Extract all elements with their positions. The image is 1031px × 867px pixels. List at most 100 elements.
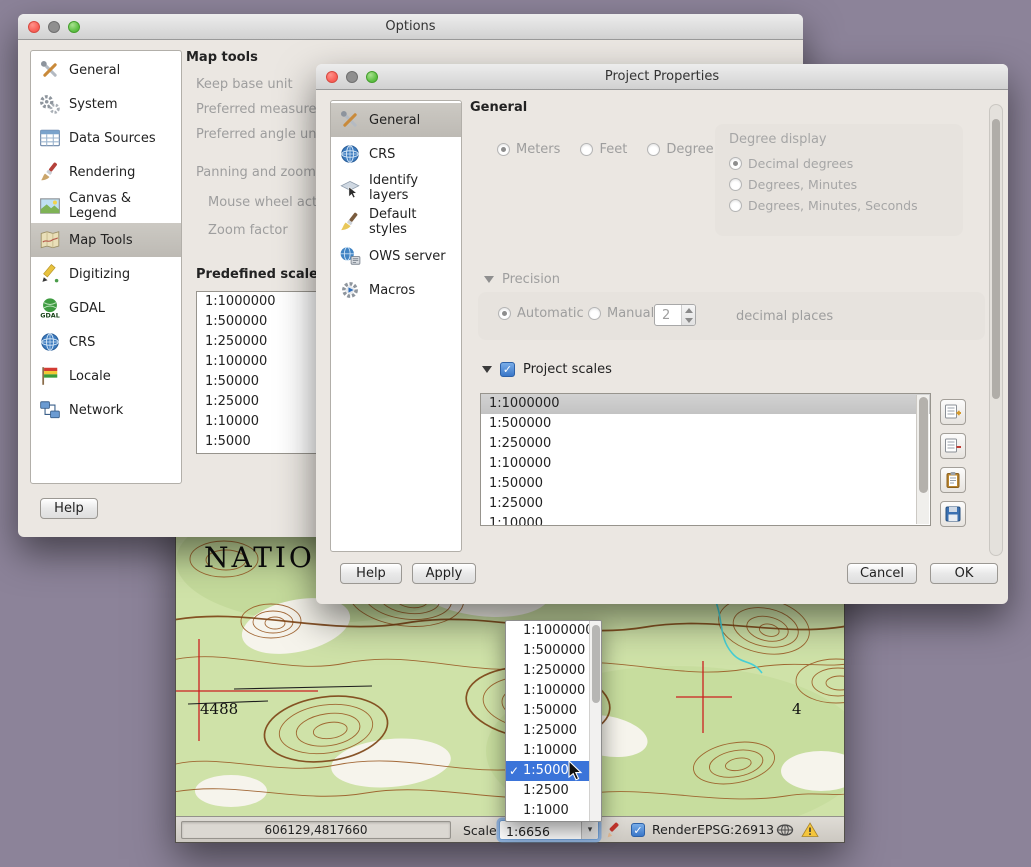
remove-scale-button[interactable] (940, 433, 966, 459)
sidebar-item-map-tools[interactable]: Map Tools (31, 223, 181, 257)
radio-feet[interactable]: Feet (580, 142, 627, 157)
help-button[interactable]: Help (340, 563, 402, 584)
panning-zooming-header: Panning and zoomi (196, 165, 320, 180)
project-properties-titlebar[interactable]: Project Properties (316, 64, 1008, 90)
sidebar-item-crs[interactable]: CRS (31, 325, 181, 359)
radio-degrees-minutes-seconds[interactable]: Degrees, Minutes, Seconds (729, 198, 918, 213)
precision-section-header[interactable]: Precision (484, 272, 560, 287)
sidebar-item-macros[interactable]: Macros (331, 273, 461, 307)
sidebar-item-identify-layers[interactable]: Identify layers (331, 171, 461, 205)
radio-icon (729, 199, 742, 212)
sidebar-item-data-sources[interactable]: Data Sources (31, 121, 181, 155)
scrollbar-thumb[interactable] (592, 625, 600, 703)
radio-icon (729, 157, 742, 170)
radio-decimal-degrees[interactable]: Decimal degrees (729, 156, 853, 171)
minimize-button[interactable] (346, 71, 358, 83)
help-button[interactable]: Help (40, 498, 98, 519)
minimize-button[interactable] (48, 21, 60, 33)
project-scales-list: 1:1000000 1:500000 1:250000 1:100000 1:5… (480, 393, 931, 526)
project-scale-row[interactable]: 1:500000 (481, 414, 930, 434)
message-log-warning-icon[interactable] (801, 821, 819, 839)
radio-automatic[interactable]: Automatic (498, 306, 584, 321)
popup-item[interactable]: 1:1000000 (506, 621, 589, 641)
ok-button[interactable]: OK (930, 563, 998, 584)
popup-item[interactable]: 1:10000 (506, 741, 589, 761)
save-disk-icon (944, 505, 962, 523)
render-checkbox[interactable]: ✓ (631, 823, 645, 837)
zoom-button[interactable] (68, 21, 80, 33)
popup-scrollbar[interactable] (589, 621, 601, 821)
macros-icon (339, 279, 361, 301)
popup-item[interactable]: 1:25000 (506, 721, 589, 741)
add-scale-button[interactable] (940, 399, 966, 425)
identify-layers-icon (339, 177, 361, 199)
remove-scale-icon (944, 437, 962, 455)
popup-item[interactable]: 1:50000 (506, 701, 589, 721)
stop-render-icon[interactable] (605, 821, 623, 839)
dialog-scrollbar[interactable] (989, 104, 1003, 556)
close-button[interactable] (326, 71, 338, 83)
radio-label: Meters (516, 142, 560, 157)
radio-degrees-minutes[interactable]: Degrees, Minutes (729, 177, 857, 192)
gdal-icon: GDAL (39, 297, 61, 319)
sidebar-item-system[interactable]: System (31, 87, 181, 121)
coordinate-display[interactable]: 606129,4817660 (181, 821, 451, 839)
spin-up-icon[interactable] (682, 305, 695, 315)
radio-icon (729, 178, 742, 191)
project-scale-row[interactable]: 1:100000 (481, 454, 930, 474)
collapse-triangle-icon[interactable] (482, 366, 492, 373)
sidebar-item-digitizing[interactable]: Digitizing (31, 257, 181, 291)
scrollbar-thumb[interactable] (992, 119, 1000, 399)
import-scales-button[interactable] (940, 467, 966, 493)
scrollbar-thumb[interactable] (919, 397, 928, 493)
preferred-angle-label: Preferred angle un (196, 127, 316, 142)
project-scale-row[interactable]: 1:50000 (481, 474, 930, 494)
popup-item[interactable]: 1:2500 (506, 781, 589, 801)
collapse-triangle-icon[interactable] (484, 276, 494, 283)
sidebar-item-ows-server[interactable]: OWS server (331, 239, 461, 273)
popup-item[interactable]: 1:500000 (506, 641, 589, 661)
popup-item[interactable]: 1:250000 (506, 661, 589, 681)
radio-meters[interactable]: Meters (497, 142, 560, 157)
ows-server-icon (339, 245, 361, 267)
close-button[interactable] (28, 21, 40, 33)
add-scale-icon (944, 403, 962, 421)
svg-text:GDAL: GDAL (40, 311, 60, 319)
sidebar-item-general[interactable]: General (331, 103, 461, 137)
radio-label: Manual (607, 306, 654, 321)
project-scales-checkbox[interactable]: ✓ (500, 362, 515, 377)
sidebar-item-crs[interactable]: CRS (331, 137, 461, 171)
radio-manual[interactable]: Manual (588, 306, 654, 321)
save-scales-button[interactable] (940, 501, 966, 527)
combo-dropdown-button[interactable]: ▾ (581, 821, 598, 839)
sidebar-item-canvas-legend[interactable]: Canvas & Legend (31, 189, 181, 223)
sidebar-item-general[interactable]: General (31, 53, 181, 87)
project-scale-row[interactable]: 1:250000 (481, 434, 930, 454)
scale-combobox[interactable]: 1:6656 ▾ (499, 820, 599, 840)
sidebar-item-network[interactable]: Network (31, 393, 181, 427)
zoom-button[interactable] (366, 71, 378, 83)
window-controls (28, 21, 80, 33)
popup-item[interactable]: 1:1000 (506, 801, 589, 821)
decimal-places-spinner[interactable]: 2 (654, 304, 696, 326)
sidebar-item-locale[interactable]: Locale (31, 359, 181, 393)
options-sidebar: General System Data Sources Rendering Ca… (30, 50, 182, 484)
radio-degree[interactable]: Degree (647, 142, 713, 157)
crs-status-icon[interactable] (776, 821, 794, 839)
popup-item[interactable]: 1:100000 (506, 681, 589, 701)
locale-flag-icon (39, 365, 61, 387)
list-scrollbar[interactable] (916, 395, 929, 524)
project-scale-row[interactable]: 1:1000000 (481, 394, 930, 414)
sidebar-item-gdal[interactable]: GDAL GDAL (31, 291, 181, 325)
clipboard-icon (944, 471, 962, 489)
project-scales-section-header[interactable]: ✓ Project scales (482, 362, 612, 377)
project-scale-row[interactable]: 1:10000 (481, 514, 930, 526)
spin-down-icon[interactable] (682, 315, 695, 325)
options-titlebar[interactable]: Options (18, 14, 803, 40)
cancel-button[interactable]: Cancel (847, 563, 917, 584)
sidebar-item-default-styles[interactable]: Default styles (331, 205, 461, 239)
project-scale-row[interactable]: 1:25000 (481, 494, 930, 514)
sidebar-item-label: Data Sources (69, 131, 156, 146)
sidebar-item-rendering[interactable]: Rendering (31, 155, 181, 189)
apply-button[interactable]: Apply (412, 563, 476, 584)
